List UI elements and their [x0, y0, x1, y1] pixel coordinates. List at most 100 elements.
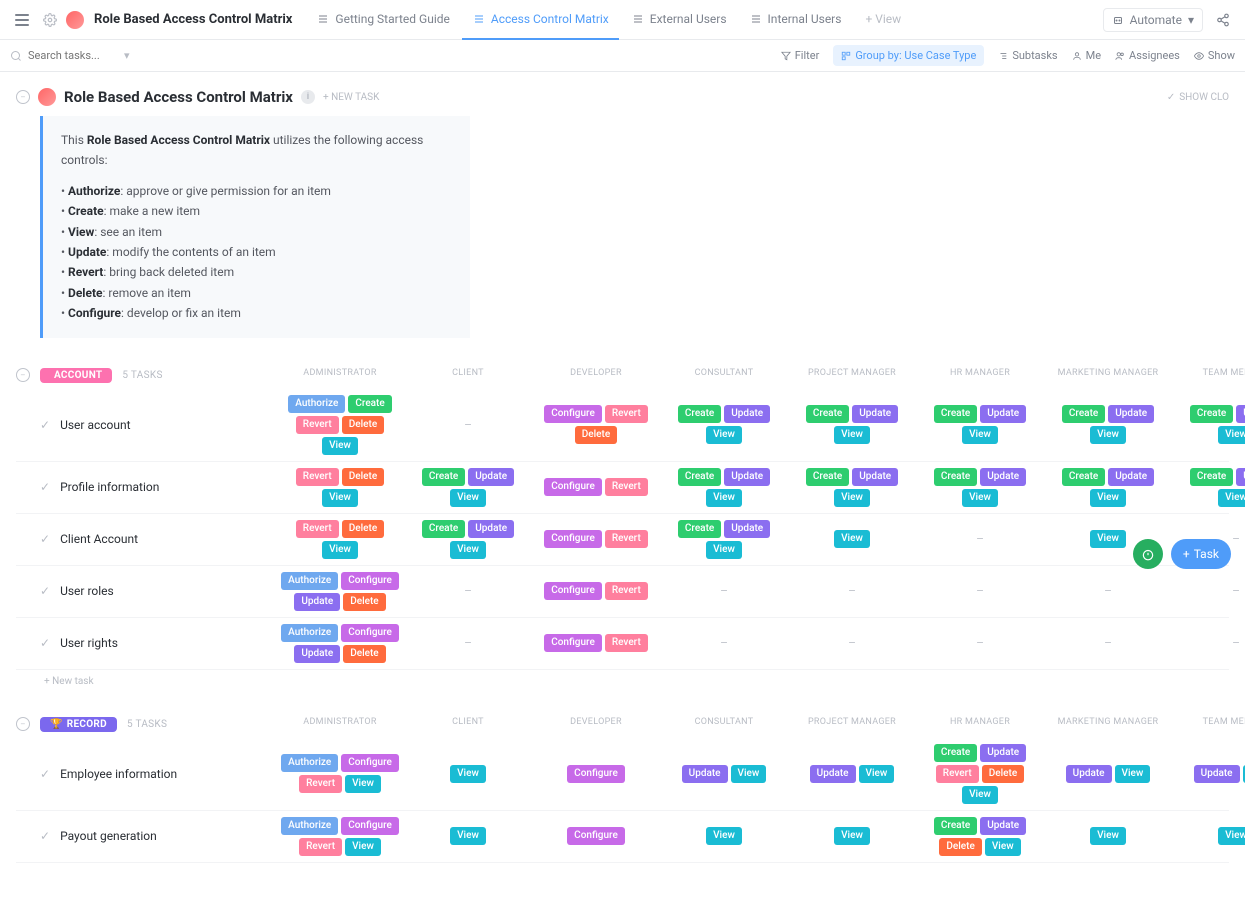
tag-revert[interactable]: Revert — [296, 520, 339, 538]
column-header[interactable]: TEAM MEMBER — [1172, 717, 1245, 738]
tag-configure[interactable]: Configure — [341, 624, 399, 642]
tag-view[interactable]: View — [322, 437, 358, 455]
avatar[interactable] — [66, 11, 84, 29]
group-badge[interactable]: ACCOUNT — [40, 368, 112, 383]
tag-revert[interactable]: Revert — [605, 530, 648, 548]
permission-cell[interactable]: CreateUpdateView — [1172, 403, 1245, 446]
search-input[interactable] — [28, 49, 118, 62]
tag-create[interactable]: Create — [348, 395, 391, 413]
tag-create[interactable]: Create — [934, 744, 977, 762]
permission-cell[interactable]: CreateUpdateView — [1044, 403, 1172, 446]
tag-update[interactable]: Update — [852, 405, 898, 423]
permission-cell[interactable]: RevertDeleteView — [276, 466, 404, 509]
tag-view[interactable]: View — [706, 541, 742, 559]
tag-revert[interactable]: Revert — [605, 582, 648, 600]
task-row[interactable]: ✓Client AccountRevertDeleteViewCreateUpd… — [16, 514, 1229, 566]
tag-view[interactable]: View — [1090, 489, 1126, 507]
search-box[interactable]: ▾ — [10, 49, 140, 62]
tag-create[interactable]: Create — [806, 405, 849, 423]
tag-revert[interactable]: Revert — [296, 416, 339, 434]
tag-update[interactable]: Update — [724, 405, 770, 423]
tag-configure[interactable]: Configure — [567, 765, 625, 783]
new-task-row[interactable]: + New task — [16, 670, 1229, 687]
tag-view[interactable]: View — [962, 786, 998, 804]
permission-cell[interactable]: CreateUpdateView — [916, 466, 1044, 509]
tag-delete[interactable]: Delete — [575, 426, 617, 444]
share-icon[interactable] — [1211, 8, 1235, 32]
tag-update[interactable]: Update — [980, 405, 1026, 423]
tag-view[interactable]: View — [1115, 765, 1151, 783]
permission-cell[interactable]: – — [916, 530, 1044, 548]
tag-revert[interactable]: Revert — [605, 405, 648, 423]
tag-configure[interactable]: Configure — [544, 478, 602, 496]
tag-view[interactable]: View — [1218, 426, 1245, 444]
tag-create[interactable]: Create — [1190, 405, 1233, 423]
column-header[interactable]: DEVELOPER — [532, 717, 660, 738]
permission-cell[interactable]: CreateUpdateView — [788, 403, 916, 446]
group-badge[interactable]: 🏆RECORD — [40, 717, 117, 732]
tag-view[interactable]: View — [834, 489, 870, 507]
tag-update[interactable]: Update — [468, 520, 514, 538]
permission-cell[interactable]: CreateUpdateView — [660, 518, 788, 561]
permission-cell[interactable]: – — [404, 582, 532, 600]
permission-cell[interactable]: – — [788, 634, 916, 652]
column-header[interactable]: DEVELOPER — [532, 368, 660, 389]
tag-create[interactable]: Create — [1062, 405, 1105, 423]
tag-revert[interactable]: Revert — [299, 775, 342, 793]
tag-create[interactable]: Create — [422, 468, 465, 486]
quick-action-button[interactable] — [1133, 539, 1163, 569]
show-closed-toggle[interactable]: ✓ SHOW CLO — [1167, 92, 1229, 103]
tag-update[interactable]: Update — [980, 817, 1026, 835]
tag-view[interactable]: View — [834, 530, 870, 548]
tab-getting-started-guide[interactable]: Getting Started Guide — [306, 0, 459, 40]
column-header[interactable]: CONSULTANT — [660, 368, 788, 389]
tag-update[interactable]: Update — [468, 468, 514, 486]
tag-update[interactable]: Update — [294, 593, 340, 611]
permission-cell[interactable]: – — [1172, 582, 1245, 600]
tag-create[interactable]: Create — [678, 520, 721, 538]
column-header[interactable]: CONSULTANT — [660, 717, 788, 738]
assignees-button[interactable]: Assignees — [1115, 49, 1180, 62]
tag-update[interactable]: Update — [294, 645, 340, 663]
tag-configure[interactable]: Configure — [544, 405, 602, 423]
permission-cell[interactable]: – — [788, 582, 916, 600]
tag-view[interactable]: View — [859, 765, 895, 783]
tag-configure[interactable]: Configure — [544, 582, 602, 600]
tag-view[interactable]: View — [985, 838, 1021, 856]
tag-view[interactable]: View — [731, 765, 767, 783]
tag-authorize[interactable]: Authorize — [281, 754, 338, 772]
task-row[interactable]: ✓User rightsAuthorizeConfigureUpdateDele… — [16, 618, 1229, 670]
tag-delete[interactable]: Delete — [343, 593, 385, 611]
permission-cell[interactable]: AuthorizeConfigureRevertView — [276, 815, 404, 858]
permission-cell[interactable]: CreateUpdateView — [404, 518, 532, 561]
permission-cell[interactable]: CreateUpdateDeleteView — [916, 815, 1044, 858]
permission-cell[interactable]: View — [404, 763, 532, 785]
tag-configure[interactable]: Configure — [341, 754, 399, 772]
permission-cell[interactable]: UpdateView — [1172, 763, 1245, 785]
tag-create[interactable]: Create — [1190, 468, 1233, 486]
tag-update[interactable]: Update — [1236, 468, 1245, 486]
permission-cell[interactable]: CreateUpdateView — [404, 466, 532, 509]
tag-create[interactable]: Create — [934, 405, 977, 423]
tag-update[interactable]: Update — [1194, 765, 1240, 783]
permission-cell[interactable]: AuthorizeConfigureUpdateDelete — [276, 622, 404, 665]
info-icon[interactable]: i — [301, 90, 315, 104]
tag-authorize[interactable]: Authorize — [288, 395, 345, 413]
tag-update[interactable]: Update — [980, 468, 1026, 486]
tag-delete[interactable]: Delete — [342, 468, 384, 486]
add-view-button[interactable]: + View — [855, 0, 911, 40]
permission-cell[interactable]: UpdateView — [660, 763, 788, 785]
tag-create[interactable]: Create — [806, 468, 849, 486]
column-header[interactable]: CLIENT — [404, 717, 532, 738]
tag-update[interactable]: Update — [852, 468, 898, 486]
tag-delete[interactable]: Delete — [342, 416, 384, 434]
tag-view[interactable]: View — [322, 541, 358, 559]
tag-revert[interactable]: Revert — [299, 838, 342, 856]
tag-view[interactable]: View — [1090, 426, 1126, 444]
tag-delete[interactable]: Delete — [342, 520, 384, 538]
permission-cell[interactable]: RevertDelete View — [276, 518, 404, 561]
tag-update[interactable]: Update — [682, 765, 728, 783]
permission-cell[interactable]: CreateUpdateView — [1172, 466, 1245, 509]
tag-view[interactable]: View — [706, 426, 742, 444]
tag-configure[interactable]: Configure — [341, 817, 399, 835]
